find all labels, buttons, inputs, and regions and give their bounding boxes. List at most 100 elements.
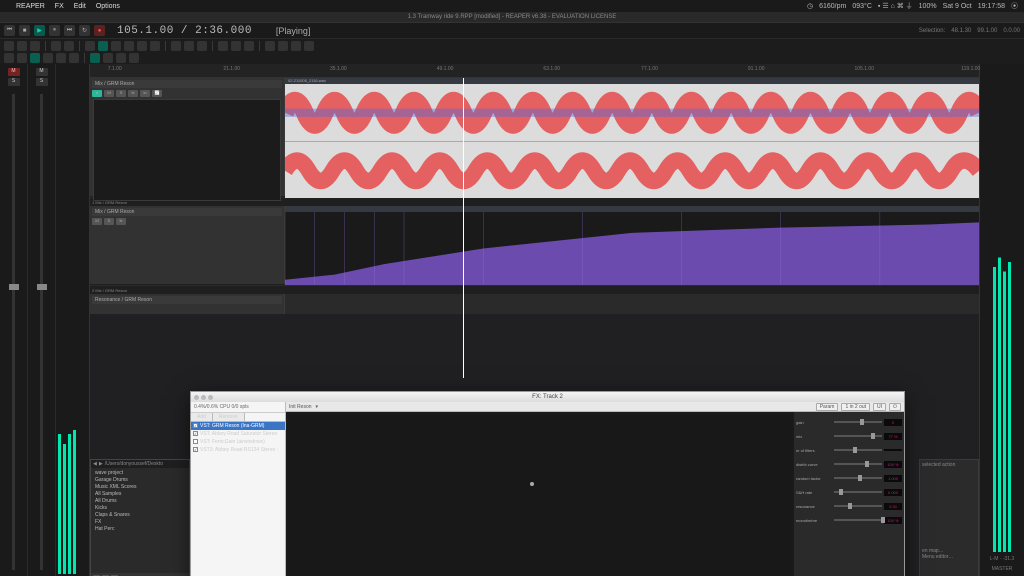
fx-preset-dropdown-icon[interactable]: ▾ <box>316 404 319 410</box>
fx-param-value[interactable]: 100 % <box>884 461 902 468</box>
tool-metronome[interactable] <box>85 41 95 51</box>
tool-grid[interactable] <box>111 41 121 51</box>
tool-locking[interactable] <box>197 41 207 51</box>
track-mute[interactable]: M <box>92 218 102 225</box>
media-item-lane-1[interactable]: 02-211005_2116.wav <box>285 78 979 197</box>
fx-chain-item[interactable]: ✓VST: Abbey Road Saturator Stereo <box>191 430 285 438</box>
ruler-marker[interactable]: 105.1.00 <box>855 66 874 72</box>
tool-snap[interactable] <box>98 41 108 51</box>
fx-chain-window[interactable]: FX: Track 2 0.4%/0.6% CPU 0/0 spls Add R… <box>190 391 905 576</box>
track-solo[interactable]: S <box>104 218 114 225</box>
me-path[interactable]: /Users/donyoussef/Deskto <box>105 461 163 467</box>
me-list-item[interactable]: Claps & Snares <box>93 512 187 519</box>
me-list[interactable]: wave projectGarage DrumsMusic XML Scores… <box>91 468 189 535</box>
ruler-marker[interactable]: 21.1.00 <box>223 66 240 72</box>
media-explorer-panel[interactable]: ◀ ▶ /Users/donyoussef/Deskto wave projec… <box>90 459 190 576</box>
tool-open[interactable] <box>17 41 27 51</box>
transport-pause[interactable]: ⏸ <box>49 25 60 36</box>
playhead[interactable] <box>463 78 464 378</box>
tool-auto-crossfade[interactable] <box>171 41 181 51</box>
track-fx-icon[interactable]: fx <box>128 90 138 97</box>
me-list-item[interactable]: FX <box>93 519 187 526</box>
tool2-d[interactable] <box>43 53 53 63</box>
track-name[interactable]: Mix / GRM Reson <box>92 208 282 216</box>
me-list-item[interactable]: All Samples <box>93 491 187 498</box>
fx-param-slider[interactable] <box>834 421 882 423</box>
tcp-track-1[interactable]: Mix / GRM Reson ● M S fx io 📈 <box>90 78 285 196</box>
fx-param-slider[interactable] <box>834 477 882 479</box>
mixer-channel-1[interactable]: M S <box>0 64 28 576</box>
me-list-item[interactable]: Garage Drums <box>93 477 187 484</box>
fx-preset-name[interactable]: Init Reson <box>289 404 312 410</box>
tool-trim-behind[interactable] <box>184 41 194 51</box>
fx-tab-add[interactable]: Add <box>191 413 213 421</box>
tool-scroll[interactable] <box>304 41 314 51</box>
tool-ripple[interactable] <box>124 41 134 51</box>
fx-tab-remove[interactable]: Remove <box>213 413 245 421</box>
me-list-item[interactable]: wave project <box>93 470 187 477</box>
tool2-b[interactable] <box>17 53 27 63</box>
transport-position[interactable]: 105.1.00 / 2:36.000 <box>117 25 252 37</box>
fx-param-value[interactable] <box>884 449 902 451</box>
fx-window-titlebar[interactable]: FX: Track 2 <box>191 392 904 402</box>
tool2-github-icon[interactable] <box>69 53 79 63</box>
ruler-marker[interactable]: 7.1.00 <box>108 66 122 72</box>
tool-move-envelope[interactable] <box>137 41 147 51</box>
action-menu-editor[interactable]: Menu editor… <box>922 554 976 560</box>
channel-fader[interactable] <box>12 94 15 570</box>
track-mute[interactable]: M <box>104 90 114 97</box>
transport-loop[interactable]: ↻ <box>79 25 90 36</box>
me-list-item[interactable]: All Drums <box>93 498 187 505</box>
mute-button[interactable]: M <box>36 68 48 76</box>
sel-end[interactable]: 99.1.00 <box>977 28 997 34</box>
media-item-lane-3[interactable] <box>285 294 979 313</box>
timeline-ruler[interactable]: 7.1.0021.1.0035.1.0049.1.0063.1.0077.1.0… <box>90 64 979 78</box>
tcp-track-3[interactable]: Resonance / GRM Reson <box>90 294 285 314</box>
tool-item-grouping[interactable] <box>150 41 160 51</box>
ruler-marker[interactable]: 91.1.00 <box>748 66 765 72</box>
fx-param-value[interactable]: 77 % <box>884 433 902 440</box>
tool-new[interactable] <box>4 41 14 51</box>
track-routing-icon[interactable]: io <box>140 90 150 97</box>
tool-envelope[interactable] <box>218 41 228 51</box>
track-name[interactable]: Mix / GRM Reson <box>92 80 282 88</box>
me-list-item[interactable]: Kicks <box>93 505 187 512</box>
tool-marquee[interactable] <box>291 41 301 51</box>
track-area[interactable]: Mix / GRM Reson ● M S fx io 📈 <box>90 78 979 378</box>
tool2-a[interactable] <box>4 53 14 63</box>
tool2-i[interactable] <box>129 53 139 63</box>
tool-automation[interactable] <box>231 41 241 51</box>
solo-button[interactable]: S <box>36 78 48 86</box>
zoom-icon[interactable] <box>208 395 213 400</box>
me-list-item[interactable]: Music XML Scores <box>93 484 187 491</box>
mixer-channel-2[interactable]: M S <box>28 64 56 576</box>
fx-param-button[interactable]: Param <box>816 403 839 411</box>
fx-reson-node[interactable] <box>530 482 534 486</box>
track-fx-icon[interactable]: fx <box>116 218 126 225</box>
transport-record[interactable]: ● <box>94 25 105 36</box>
spotlight-icon[interactable]: ⦿ <box>1011 1 1018 11</box>
transport-stop[interactable]: ■ <box>19 25 30 36</box>
solo-button[interactable]: S <box>8 78 20 86</box>
tool2-g[interactable] <box>103 53 113 63</box>
tool-undo[interactable] <box>51 41 61 51</box>
track-name[interactable]: Resonance / GRM Reson <box>92 296 282 304</box>
ruler-marker[interactable]: 49.1.00 <box>437 66 454 72</box>
menu-edit[interactable]: Edit <box>74 3 86 10</box>
tool2-c[interactable] <box>30 53 40 63</box>
track-env-icon[interactable]: 📈 <box>152 90 162 97</box>
transport-forward-end[interactable]: ⏭ <box>64 25 75 36</box>
fx-param-slider[interactable] <box>834 505 882 507</box>
tool-item-edit[interactable] <box>265 41 275 51</box>
mute-button[interactable]: M <box>8 68 20 76</box>
me-list-item[interactable]: Hat Perc <box>93 526 187 533</box>
fx-io-button[interactable]: 1 in 2 out <box>841 403 870 411</box>
ruler-marker[interactable]: 35.1.00 <box>330 66 347 72</box>
fx-chain-item[interactable]: ✓VST: GRM Reson (Ina-GRM) <box>191 422 285 430</box>
fx-bypass-icon[interactable]: ⏻ <box>889 403 901 411</box>
fx-param-value[interactable]: 100 % <box>884 517 902 524</box>
tool2-h[interactable] <box>116 53 126 63</box>
track-solo[interactable]: S <box>116 90 126 97</box>
tool2-e[interactable] <box>56 53 66 63</box>
fx-param-value[interactable]: 1.000 <box>884 475 902 482</box>
